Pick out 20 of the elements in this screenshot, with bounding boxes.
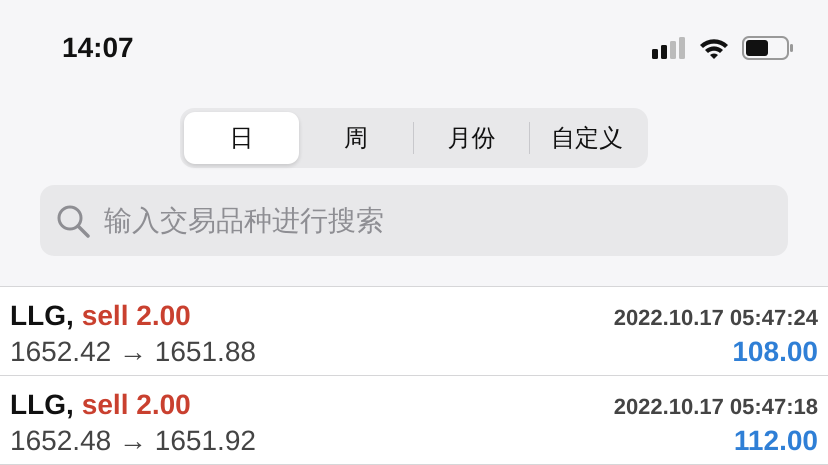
trade-profit: 108.00 [732,336,818,368]
battery-icon [742,36,794,60]
search-field[interactable]: 输入交易品种进行搜索 [102,204,772,238]
period-tab[interactable]: 月份 [414,112,528,164]
period-tab[interactable]: 周 [298,112,413,164]
trade-symbol: LLG, [10,389,74,421]
period-tab[interactable]: 日 [184,112,298,164]
period-tab[interactable]: 自定义 [530,112,644,164]
trade-prices: 1652.48 → 1651.92 [10,425,256,457]
search-bar[interactable]: 输入交易品种进行搜索 [40,185,788,256]
status-time: 14:07 [62,32,134,64]
trade-symbol: LLG, [10,300,74,332]
trade-time: 2022.10.17 05:47:18 [614,394,818,420]
trade-order: sell 2.00 [82,300,191,332]
trade-profit: 112.00 [734,425,818,457]
trade-time: 2022.10.17 05:47:24 [614,305,818,331]
trade-order: sell 2.00 [82,389,191,421]
search-icon [56,204,90,238]
signal-icon [652,36,686,58]
trade-prices: 1652.42 → 1651.88 [10,336,256,368]
